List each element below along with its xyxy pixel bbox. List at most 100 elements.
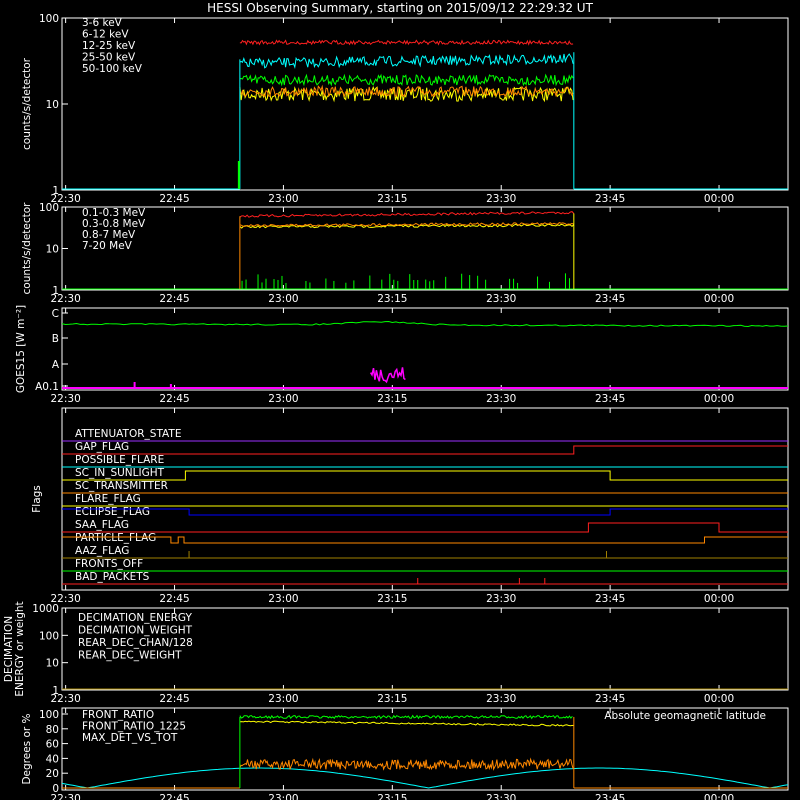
legend-entry: MAX_DET_VS_TOT xyxy=(82,732,178,744)
legend-entry: DECIMATION_WEIGHT xyxy=(78,625,193,637)
y-tick-label: 1 xyxy=(52,285,59,297)
legend-entry: FRONT_RATIO xyxy=(82,709,154,721)
y-tick-label: 10 xyxy=(46,99,59,111)
panel-frame xyxy=(61,307,789,391)
legend-entry: 3-6 keV xyxy=(82,17,123,29)
series-line-FRONT_RATIO xyxy=(239,720,574,727)
flag-line xyxy=(62,522,788,533)
series-line-50-100 keV xyxy=(239,53,574,70)
x-tick-label: 00:00 xyxy=(704,393,734,405)
series-line-geomag xyxy=(61,767,789,789)
x-tick-label: 23:30 xyxy=(486,293,516,305)
legend-entry: REAR_DEC_CHAN/128 xyxy=(78,637,193,649)
y-axis-label: Flags xyxy=(31,485,43,513)
x-tick-label: 23:45 xyxy=(595,793,625,800)
y-axis-label: GOES15 [W m⁻²] xyxy=(15,305,27,393)
y-tick-label: 80 xyxy=(46,724,59,736)
x-tick-label: 23:30 xyxy=(486,193,516,205)
x-tick-label: 23:00 xyxy=(268,593,298,605)
series-line-goes-high xyxy=(61,320,789,328)
legend-entry: 12-25 keV xyxy=(82,40,136,52)
flag-label: AAZ_FLAG xyxy=(75,545,129,557)
x-tick-label: 23:45 xyxy=(595,393,625,405)
x-tick-label: 23:00 xyxy=(268,793,298,800)
series-spike xyxy=(237,161,240,189)
x-tick-label: 23:15 xyxy=(377,293,407,305)
series-line-FRONT_RATIO_1225 xyxy=(239,714,573,720)
legend-entry: FRONT_RATIO_1225 xyxy=(82,721,186,733)
series-line-0.1-0.3 MeV xyxy=(239,211,575,218)
y-tick-label: 1 xyxy=(52,685,59,697)
x-tick-label: 23:15 xyxy=(377,693,407,705)
x-tick-label: 23:00 xyxy=(268,193,298,205)
x-tick-label: 00:00 xyxy=(704,793,734,800)
x-tick-label: 23:00 xyxy=(268,693,298,705)
y-axis-label: counts/s/detector xyxy=(21,57,33,150)
x-tick-label: 00:00 xyxy=(704,193,734,205)
y-axis-label: Degrees or % xyxy=(21,713,33,784)
x-tick-label: 22:30 xyxy=(50,393,80,405)
y-axis-label: counts/s/detector xyxy=(21,202,33,295)
flag-label: POSSIBLE_FLARE xyxy=(75,454,164,466)
x-tick-label: 23:15 xyxy=(377,793,407,800)
panel-2: 22:30 22:45 23:00 23:15 23:30 23:45 00:0011010… xyxy=(21,202,789,305)
legend-entry: DECIMATION_ENERGY xyxy=(78,612,192,624)
y-tick-label: A0.1 xyxy=(35,381,59,393)
x-tick-label: 23:45 xyxy=(595,193,625,205)
x-tick-label: 00:00 xyxy=(704,293,734,305)
x-tick-label: 23:00 xyxy=(268,293,298,305)
panel-1: 22:30 22:45 23:00 23:15 23:30 23:45 00:0011010… xyxy=(21,13,789,205)
y-tick-label: 100 xyxy=(39,202,59,214)
y-tick-label: C xyxy=(52,308,59,320)
x-tick-label: 00:00 xyxy=(704,693,734,705)
flag-label: ECLIPSE_FLAG xyxy=(75,506,150,518)
y-tick-label: 1 xyxy=(52,185,59,197)
y-axis-label: ENERGY or weight xyxy=(14,601,26,696)
flag-line xyxy=(62,470,788,481)
legend-entry: 7-20 MeV xyxy=(82,240,133,252)
x-tick-label: 23:30 xyxy=(486,693,516,705)
panel-frame xyxy=(61,206,789,291)
hessi-summary-chart: HESSI Observing Summary, starting on 201… xyxy=(3,1,789,800)
flag-line xyxy=(62,445,788,455)
x-tick-label: 22:45 xyxy=(159,393,189,405)
y-tick-label: 20 xyxy=(46,768,59,780)
legend-entry: 50-100 keV xyxy=(82,63,143,75)
y-tick-label: A xyxy=(52,359,60,371)
x-tick-label: 22:45 xyxy=(159,693,189,705)
y-tick-label: 100 xyxy=(39,630,59,642)
panel-6: 22:30 22:45 23:00 23:15 23:30 23:45 00:0002040… xyxy=(21,707,789,800)
y-tick-label: B xyxy=(52,333,59,345)
y-tick-label: 60 xyxy=(46,739,59,751)
flag-line xyxy=(62,508,788,516)
x-tick-label: 23:45 xyxy=(595,693,625,705)
series-line-MAX_DET_VS_TOT xyxy=(239,757,574,771)
panel-3: 22:30 22:45 23:00 23:15 23:30 23:45 00:00 A0.1 A… xyxy=(15,305,789,405)
flag-label: ATTENUATOR_STATE xyxy=(75,428,181,440)
x-tick-label: 23:45 xyxy=(595,593,625,605)
flag-label: BAD_PACKETS xyxy=(75,571,150,583)
x-tick-label: 22:45 xyxy=(159,593,189,605)
y-tick-label: 40 xyxy=(46,753,59,765)
flag-label: FLARE_FLAG xyxy=(75,493,141,505)
x-tick-label: 23:15 xyxy=(377,593,407,605)
y-tick-label: 0 xyxy=(52,783,59,795)
legend-entry: REAR_DEC_WEIGHT xyxy=(78,650,182,662)
x-tick-label: 23:45 xyxy=(595,293,625,305)
flag-label: PARTICLE_FLAG xyxy=(75,532,156,544)
flag-line xyxy=(62,536,788,544)
legend-entry: 25-50 keV xyxy=(82,52,136,64)
panel-4: 22:30 22:45 23:00 23:15 23:30 23:45 00:00Flags… xyxy=(31,407,789,605)
panel-5: 22:30 22:45 23:00 23:15 23:30 23:45 00:0011010… xyxy=(3,601,789,705)
flag-label: FRONTS_OFF xyxy=(75,558,143,570)
x-tick-label: 22:45 xyxy=(159,793,189,800)
series-line-3-6 keV xyxy=(239,39,574,46)
x-tick-label: 23:30 xyxy=(486,593,516,605)
x-tick-label: 23:30 xyxy=(486,793,516,800)
panel-frame xyxy=(61,17,789,191)
x-tick-label: 23:15 xyxy=(377,393,407,405)
y-tick-label: 10 xyxy=(46,244,59,256)
flag-label: SC_TRANSMITTER xyxy=(75,480,168,492)
x-tick-label: 22:45 xyxy=(159,193,189,205)
y-tick-label: 1000 xyxy=(32,603,59,615)
